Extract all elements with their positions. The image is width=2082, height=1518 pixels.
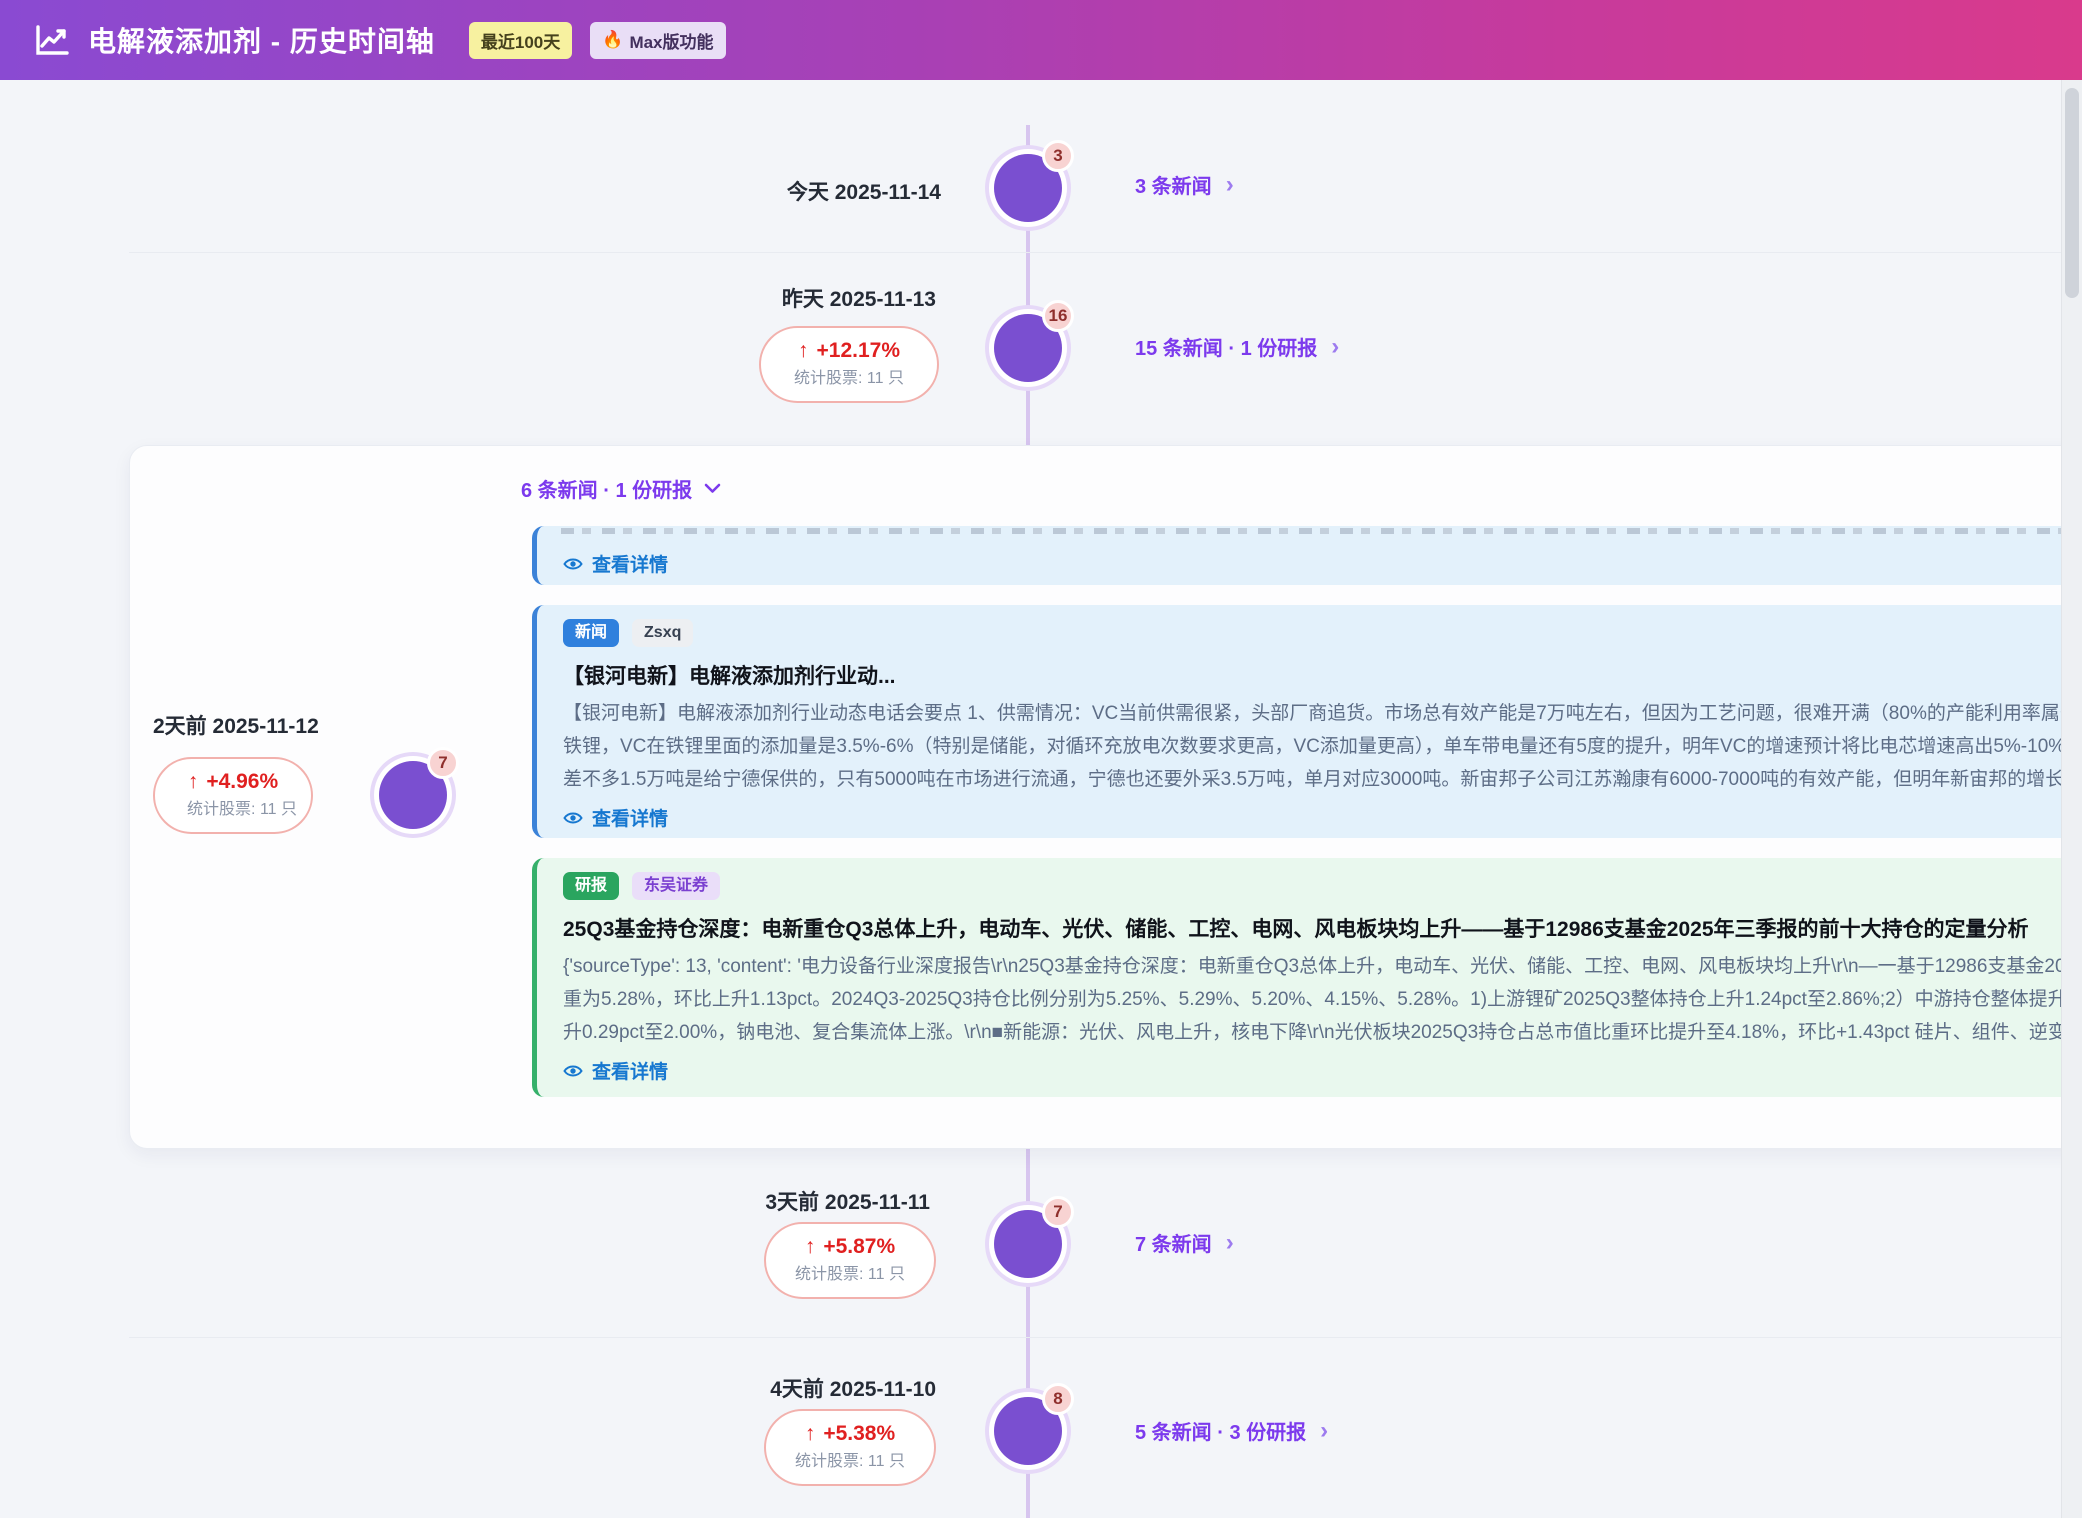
view-detail-label: 查看详情 [592,550,668,577]
chevron-right-icon: › [1331,337,1339,357]
change-pill-day2: ↑+4.96% 统计股票: 11 只 [153,757,313,834]
news-tag: 新闻 [563,619,619,647]
date-label-day4: 4天前 2025-11-10 [770,1373,936,1403]
stocks-count: 统计股票: 11 只 [780,1451,920,1473]
date-label-day3: 3天前 2025-11-11 [765,1186,930,1216]
report-card[interactable]: 研报 东吴证券 25Q3基金持仓深度：电新重仓Q3总体上升，电动车、光伏、储能、… [532,858,2082,1097]
report-title: 25Q3基金持仓深度：电新重仓Q3总体上升，电动车、光伏、储能、工控、电网、风电… [563,913,2082,943]
news-count-link-day3[interactable]: 7 条新闻 › [1135,1228,1234,1257]
tag-row: 新闻 Zsxq [563,619,2082,647]
count-badge: 7 [1042,1196,1074,1228]
count-badge: 8 [1042,1383,1074,1415]
chart-line-icon [34,24,70,56]
body-line: 【银河电新】电解液添加剂行业动态电话会要点 1、供需情况：VC当前供需很紧，头部… [563,697,2082,730]
body-line: 铁锂，VC在铁锂里面的添加量是3.5%-6%（特别是储能，对循环充放电次数要求更… [563,730,2082,763]
news-count-label: 15 条新闻 · 1 份研报 [1135,332,1317,361]
body-line: 差不多1.5万吨是给宁德保供的，只有5000吨在市场进行流通，宁德也还要外采3.… [563,763,2082,796]
chevron-right-icon: › [1226,175,1234,195]
date-label-yesterday: 昨天 2025-11-13 [782,283,936,313]
source-tag: Zsxq [632,619,693,647]
panel-summary-toggle[interactable]: 6 条新闻 · 1 份研报 [521,474,721,503]
news-count-label: 3 条新闻 [1135,170,1212,199]
eye-icon [563,1063,583,1079]
clipped-text [561,528,2082,534]
news-body: 【银河电新】电解液添加剂行业动态电话会要点 1、供需情况：VC当前供需很紧，头部… [563,697,2082,796]
panel-summary-label: 6 条新闻 · 1 份研报 [521,474,692,503]
max-feature-badge: 🔥 Max版功能 [590,22,725,59]
fire-icon: 🔥 [602,30,623,50]
news-card-clipped[interactable]: 查看详情 [532,526,2082,585]
scrollbar-thumb[interactable] [2065,88,2079,298]
app-header: 电解液添加剂 - 历史时间轴 最近100天 🔥 Max版功能 [0,0,2082,80]
view-detail-label: 查看详情 [592,804,668,831]
up-arrow-icon: ↑ [188,770,199,793]
news-count-link-day4[interactable]: 5 条新闻 · 3 份研报 › [1135,1416,1328,1445]
report-body: {'sourceType': 13, 'content': '电力设备行业深度报… [563,950,2082,1049]
view-detail-link[interactable]: 查看详情 [563,550,668,577]
timeline-node-yesterday[interactable]: 16 [994,314,1062,382]
timeline-node-day2[interactable]: 7 [379,761,447,829]
news-count-label: 5 条新闻 · 3 份研报 [1135,1416,1306,1445]
stocks-count: 统计股票: 11 只 [780,1264,920,1286]
chevron-right-icon: › [1226,1233,1234,1253]
news-count-link-today[interactable]: 3 条新闻 › [1135,170,1234,199]
up-arrow-icon: ↑ [805,1235,816,1258]
news-count-label: 7 条新闻 [1135,1228,1212,1257]
change-pill-day3: ↑+5.87% 统计股票: 11 只 [764,1222,936,1299]
count-badge: 3 [1042,140,1074,172]
timeline-node-day4[interactable]: 8 [994,1397,1062,1465]
view-detail-link[interactable]: 查看详情 [563,1057,668,1084]
report-tag: 研报 [563,872,619,900]
page: 电解液添加剂 - 历史时间轴 最近100天 🔥 Max版功能 今天 2025-1… [0,0,2082,1518]
change-percent: ↑+4.96% [169,770,297,794]
max-badge-label: Max版功能 [629,28,713,53]
change-pill-day4: ↑+5.38% 统计股票: 11 只 [764,1409,936,1486]
change-percent: ↑+5.87% [780,1235,920,1259]
view-detail-link[interactable]: 查看详情 [563,804,668,831]
change-percent: ↑+5.38% [780,1422,920,1446]
range-badge: 最近100天 [469,22,572,59]
up-arrow-icon: ↑ [805,1422,816,1445]
eye-icon [563,556,583,572]
stocks-count: 统计股票: 11 只 [775,368,923,390]
view-detail-label: 查看详情 [592,1057,668,1084]
body-line: 升0.29pct至2.00%，钠电池、复合集流体上涨。\r\n■新能源：光伏、风… [563,1016,2082,1049]
page-title: 电解液添加剂 - 历史时间轴 [88,20,435,60]
timeline-node-today[interactable]: 3 [994,154,1062,222]
eye-icon [563,810,583,826]
body-line: 重为5.28%，环比上升1.13pct。2024Q3-2025Q3持仓比例分别为… [563,983,2082,1016]
row-divider [129,252,2062,253]
chevron-right-icon: › [1320,1421,1328,1441]
timeline-node-day3[interactable]: 7 [994,1210,1062,1278]
date-label-today: 今天 2025-11-14 [787,176,941,206]
row-divider [129,1337,2062,1338]
chevron-down-icon [704,483,721,494]
stocks-count: 统计股票: 11 只 [169,799,297,821]
news-count-link-yesterday[interactable]: 15 条新闻 · 1 份研报 › [1135,332,1339,361]
tag-row: 研报 东吴证券 [563,872,2082,900]
body-line: {'sourceType': 13, 'content': '电力设备行业深度报… [563,950,2082,983]
up-arrow-icon: ↑ [798,339,809,362]
count-badge: 16 [1042,300,1074,332]
vertical-scrollbar[interactable] [2061,80,2082,1518]
news-title: 【银河电新】电解液添加剂行业动... [563,660,2082,690]
change-percent: ↑+12.17% [775,339,923,363]
count-badge: 7 [427,747,459,779]
source-tag: 东吴证券 [632,872,720,900]
change-pill-yesterday: ↑+12.17% 统计股票: 11 只 [759,326,939,403]
date-label-day2: 2天前 2025-11-12 [153,710,319,740]
news-card[interactable]: 新闻 Zsxq 【银河电新】电解液添加剂行业动... 【银河电新】电解液添加剂行… [532,605,2082,838]
